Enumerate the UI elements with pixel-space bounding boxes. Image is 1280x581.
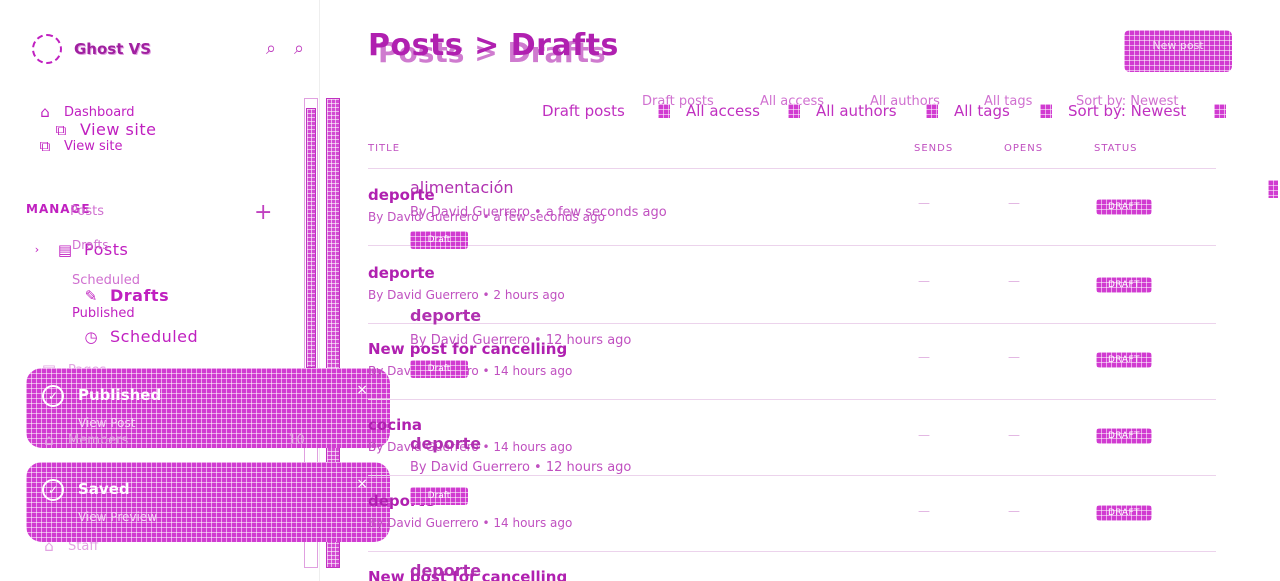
overlay-post-title[interactable]: alimentación xyxy=(410,178,514,197)
breadcrumb-current: Drafts xyxy=(510,28,619,63)
sidebar-item-label: Published xyxy=(72,306,135,321)
chevron-down-icon: › xyxy=(34,242,40,256)
sidebar-item-members[interactable]: ⌂ Members 10 xyxy=(40,432,305,448)
post-row[interactable]: New post for cancelling xyxy=(368,552,1216,581)
search-icon[interactable]: ⌕ xyxy=(266,38,276,59)
chevron-down-icon xyxy=(926,104,938,118)
status-badge: DRAFT xyxy=(1096,199,1152,215)
toast-view-preview-link[interactable]: View Preview xyxy=(78,510,157,524)
check-icon: ✓ xyxy=(42,385,64,407)
add-post-plus-icon[interactable]: + xyxy=(254,200,272,225)
sidebar-item-label: Members xyxy=(68,432,129,448)
overlay-post-meta: By David Guerrero • 12 hours ago xyxy=(410,460,632,475)
overlay-post-meta: By David Guerrero • a few seconds ago xyxy=(410,205,667,220)
post-row[interactable]: deporte By David Guerrero • 14 hours ago… xyxy=(368,476,1216,552)
chevron-down-icon xyxy=(788,104,800,118)
sidebar-scrollbar-thumb-ghost[interactable] xyxy=(306,108,316,368)
sidebar-item-posts-ghost[interactable]: Posts xyxy=(70,204,104,219)
post-meta: By David Guerrero • 14 hours ago xyxy=(368,516,573,530)
post-title[interactable]: cocina xyxy=(368,416,422,434)
chevron-down-icon xyxy=(1214,104,1226,118)
column-header-status: STATUS xyxy=(1094,143,1138,154)
opens-value: — xyxy=(1008,274,1020,288)
filter-access[interactable]: All access xyxy=(686,102,760,120)
column-header-title: TITLE xyxy=(368,143,401,154)
clock-icon: ◷ xyxy=(84,327,98,346)
sidebar-item-published[interactable]: Published xyxy=(72,306,135,321)
home-icon: ⌂ xyxy=(40,103,50,121)
new-post-button[interactable]: New post xyxy=(1124,30,1232,72)
sidebar-item-label: Drafts xyxy=(72,238,109,252)
members-count-badge: 10 xyxy=(288,432,305,448)
sidebar-item-label: View site xyxy=(64,138,123,154)
post-meta: By David Guerrero • 2 hours ago xyxy=(368,288,565,302)
overlay-post-title[interactable]: deporte xyxy=(410,561,481,580)
overlay-status-badge: Draft xyxy=(410,231,468,249)
sends-value: — xyxy=(918,504,930,518)
post-meta: By David Guerrero • 14 hours ago xyxy=(368,364,573,378)
sends-value: — xyxy=(918,428,930,442)
filter-type[interactable]: Draft posts xyxy=(542,102,625,120)
draft-pencil-icon: ✎ xyxy=(84,286,98,305)
sidebar-item-scheduled[interactable]: ◷ Scheduled xyxy=(82,327,198,346)
sidebar-item-label: Posts xyxy=(70,204,104,219)
check-icon: ✓ xyxy=(42,479,64,501)
overlay-status-badge: Draft xyxy=(410,360,468,378)
page-scrollbar[interactable] xyxy=(1266,0,1280,200)
sidebar-item-label: Scheduled xyxy=(110,327,199,346)
status-badge: DRAFT xyxy=(1096,428,1152,444)
main-content: Posts > Drafts Posts > Drafts New post D… xyxy=(320,0,1280,581)
sidebar-item-label: Drafts xyxy=(110,286,170,305)
opens-value: — xyxy=(1008,350,1020,364)
post-row[interactable]: deporte By David Guerrero • 2 hours ago … xyxy=(368,246,1216,324)
sends-value: — xyxy=(918,274,930,288)
post-title[interactable]: deporte xyxy=(368,264,435,282)
brand-name: Ghost VS xyxy=(74,40,152,58)
sends-value: — xyxy=(918,196,930,210)
brand-logo-icon xyxy=(32,34,62,64)
breadcrumb-root[interactable]: Posts xyxy=(368,28,463,63)
sidebar-item-drafts[interactable]: ✎ Drafts xyxy=(82,286,169,305)
toast-view-post-link[interactable]: View Post xyxy=(78,416,135,430)
opens-value: — xyxy=(1008,428,1020,442)
brand[interactable]: Ghost VS xyxy=(32,34,151,64)
chevron-down-icon xyxy=(1040,104,1052,118)
breadcrumb: Posts > Drafts xyxy=(368,28,619,63)
status-badge: DRAFT xyxy=(1096,277,1152,293)
sidebar-item-view-site[interactable]: ⧉ View site xyxy=(36,137,123,155)
breadcrumb-separator: > xyxy=(474,28,500,63)
status-badge: DRAFT xyxy=(1096,505,1152,521)
chevron-down-icon xyxy=(658,104,670,118)
opens-value: — xyxy=(1008,196,1020,210)
page-scrollbar-thumb[interactable] xyxy=(1268,180,1278,198)
overlay-status-badge: Draft xyxy=(410,487,468,505)
toast-title: Saved xyxy=(78,480,130,498)
overlay-post-meta: By David Guerrero • 12 hours ago xyxy=(410,333,632,348)
external-link-icon: ⧉ xyxy=(55,120,67,139)
filter-tags[interactable]: All tags xyxy=(954,102,1010,120)
opens-value: — xyxy=(1008,504,1020,518)
overlay-post-title[interactable]: deporte xyxy=(410,306,481,325)
sends-value: — xyxy=(918,350,930,364)
sidebar-item-label: View site xyxy=(80,120,157,139)
sidebar-item-drafts-ghost[interactable]: Drafts xyxy=(72,238,109,252)
external-link-icon: ⧉ xyxy=(39,137,51,155)
members-icon: ⌂ xyxy=(44,431,54,449)
search-icon-ghost[interactable]: ⌕ xyxy=(294,38,304,59)
filter-authors[interactable]: All authors xyxy=(816,102,897,120)
overlay-post-title[interactable]: deporte xyxy=(410,434,481,453)
toast-title: Published xyxy=(78,386,162,404)
sidebar-item-view-site-ghost[interactable]: ⧉ View site xyxy=(52,120,156,139)
filter-sort[interactable]: Sort by: Newest xyxy=(1068,102,1186,120)
sidebar-item-dashboard[interactable]: ⌂ Dashboard xyxy=(36,103,135,121)
status-badge: DRAFT xyxy=(1096,352,1152,368)
sidebar-item-label: Dashboard xyxy=(64,104,135,120)
column-header-sends: SENDS xyxy=(914,143,954,154)
column-header-opens: OPENS xyxy=(1004,143,1044,154)
sidebar: Ghost VS ⌕ ⌕ ⌂ Dashboard ⧉ View site ⧉ V… xyxy=(0,0,390,581)
